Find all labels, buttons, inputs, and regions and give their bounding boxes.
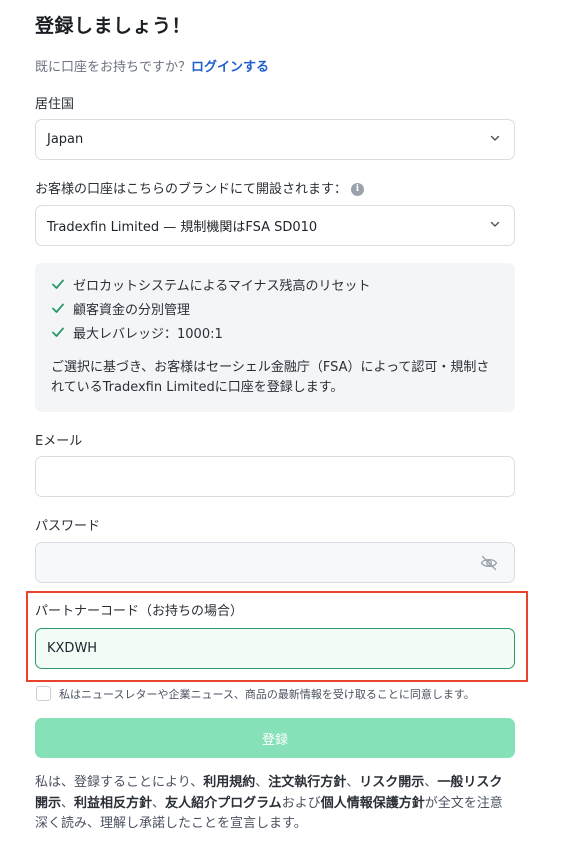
brand-info-panel: ゼロカットシステムによるマイナス残高のリセット 顧客資金の分別管理 最大レバレッ… <box>35 263 515 412</box>
residence-select[interactable]: Japan <box>35 119 515 160</box>
newsletter-consent-text: 私はニュースレターや企業ニュース、商品の最新情報を受け取ることに同意します。 <box>59 688 475 701</box>
partner-code-label: パートナーコード（お持ちの場合） <box>35 604 244 619</box>
residence-label: 居住国 <box>35 97 75 112</box>
page-title: 登録しましょう！ <box>35 15 192 37</box>
residence-select-value: Japan <box>47 132 84 147</box>
check-icon <box>52 327 64 337</box>
feature-text: 顧客資金の分別管理 <box>73 302 191 318</box>
register-button[interactable]: 登録 <box>35 718 515 758</box>
terms-statement: 私は、登録することにより、利用規約、注文執行方針、リスク開示、一般リスク開示、利… <box>35 773 515 835</box>
password-input[interactable] <box>35 542 515 583</box>
terms-text: および <box>281 795 321 811</box>
terms-link-conflict-of-interest[interactable]: 利益相反方針 <box>74 796 152 811</box>
login-prompt-line: 既に口座をお持ちですか？ログインする <box>35 56 269 75</box>
feature-item: 顧客資金の分別管理 <box>51 296 499 320</box>
brand-label: お客様の口座はこちらのブランドにて開設されます： <box>35 182 348 197</box>
eye-off-icon[interactable] <box>480 555 498 571</box>
chevron-down-icon <box>490 221 500 227</box>
login-prompt-text: 既に口座をお持ちですか？ <box>35 60 192 75</box>
terms-separator: 、 <box>255 775 269 790</box>
terms-link-referral-program[interactable]: 友人紹介プログラム <box>165 796 282 811</box>
feature-item: ゼロカットシステムによるマイナス残高のリセット <box>51 272 499 296</box>
terms-link-risk-disclosure[interactable]: リスク開示 <box>359 775 424 790</box>
terms-link-privacy-policy[interactable]: 個人情報保護方針 <box>321 796 425 811</box>
feature-text: ゼロカットシステムによるマイナス残高のリセット <box>73 278 371 294</box>
info-icon[interactable]: i <box>351 183 365 196</box>
terms-separator: 、 <box>61 795 75 811</box>
email-input[interactable] <box>35 456 515 497</box>
brand-select-value: Tradexfin Limited — 規制機関はFSA SD010 <box>47 220 318 235</box>
password-label: パスワード <box>35 519 101 534</box>
check-icon <box>52 279 64 289</box>
terms-link-usage[interactable]: 利用規約 <box>203 775 255 790</box>
email-label: Eメール <box>35 434 83 449</box>
partner-code-input[interactable] <box>35 628 515 669</box>
terms-separator: 、 <box>346 775 360 790</box>
check-icon <box>52 303 64 313</box>
terms-text: 私は、登録することにより、 <box>35 775 204 790</box>
chevron-down-icon <box>490 135 500 141</box>
terms-separator: 、 <box>424 775 438 790</box>
brand-select[interactable]: Tradexfin Limited — 規制機関はFSA SD010 <box>35 205 515 246</box>
login-link[interactable]: ログインする <box>191 60 269 75</box>
feature-item: 最大レバレッジ：1000:1 <box>51 320 499 344</box>
feature-text: 最大レバレッジ：1000:1 <box>73 326 223 342</box>
terms-separator: 、 <box>152 795 166 811</box>
regulation-note: ご選択に基づき、お客様はセーシェル金融庁（FSA）によって認可・規制されているT… <box>51 360 490 395</box>
newsletter-checkbox[interactable] <box>36 686 51 701</box>
terms-link-order-execution[interactable]: 注文執行方針 <box>268 775 346 790</box>
brand-label-row: お客様の口座はこちらのブランドにて開設されます： i <box>35 178 365 197</box>
